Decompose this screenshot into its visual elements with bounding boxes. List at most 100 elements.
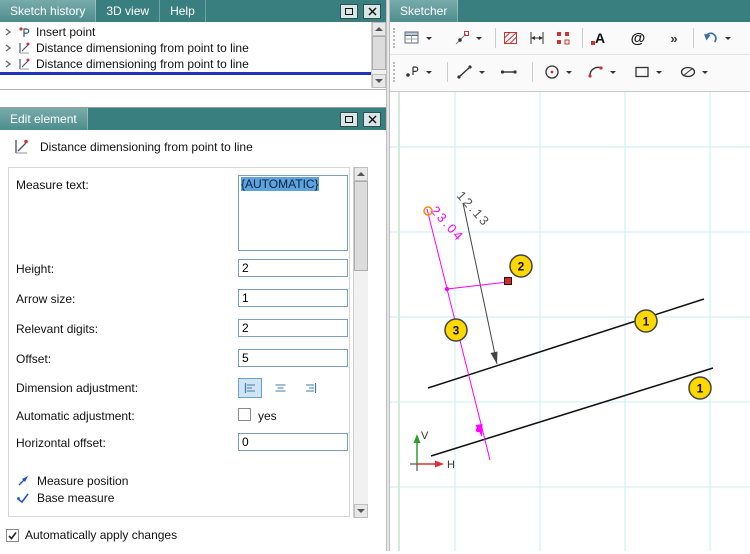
point-pattern-button[interactable] xyxy=(552,27,574,49)
ellipse-tool-icon xyxy=(680,66,696,78)
dropdown-arrow[interactable] xyxy=(699,61,711,83)
badge-1-upper[interactable]: 1 xyxy=(634,309,658,333)
expander-icon[interactable] xyxy=(4,43,12,53)
circle-tool-icon xyxy=(545,65,559,79)
apply-changes-label: Automatically apply changes xyxy=(25,528,178,542)
point-pattern-icon xyxy=(557,32,570,45)
badge-1-lower[interactable]: 1 xyxy=(688,376,712,400)
history-item-label: Insert point xyxy=(36,25,96,39)
dimension-icon xyxy=(19,58,30,70)
overflow-icon: » xyxy=(670,30,678,46)
selection-indicator xyxy=(0,72,371,75)
tab-sketcher[interactable]: Sketcher xyxy=(390,0,459,22)
text-tool-button[interactable]: A xyxy=(589,27,611,49)
scroll-down-button[interactable] xyxy=(354,504,368,518)
maximize-button[interactable] xyxy=(340,111,358,127)
tab-edit-element[interactable]: Edit element xyxy=(0,108,88,130)
dropdown-arrow[interactable] xyxy=(563,61,575,83)
badge-3[interactable]: 3 xyxy=(444,318,468,342)
dropdown-arrow[interactable] xyxy=(476,61,488,83)
history-item-insert-point[interactable]: Insert point xyxy=(0,24,371,40)
tab-3d-view[interactable]: 3D view xyxy=(96,0,161,22)
line-tool-icon xyxy=(457,65,472,79)
attribute-tool-button[interactable]: @ xyxy=(627,27,649,49)
snap-settings-icon xyxy=(455,31,469,45)
dropdown-arrow[interactable] xyxy=(653,61,665,83)
edit-element-header-label: Distance dimensioning from point to line xyxy=(40,140,253,154)
toolbar-drag-handle[interactable] xyxy=(393,28,397,48)
attribute-at-icon: @ xyxy=(630,29,646,47)
point-marker-red[interactable] xyxy=(504,277,512,285)
selection-grid-icon xyxy=(404,31,419,44)
align-left-icon xyxy=(244,383,255,393)
axis-h-label: H xyxy=(447,459,455,471)
relevant-digits-input[interactable] xyxy=(238,319,348,337)
dropdown-arrow[interactable] xyxy=(473,27,485,49)
sketch-history-titlebar: Sketch history 3D view Help xyxy=(0,0,386,22)
measure-position-label: Measure position xyxy=(37,474,129,488)
line-tool-button[interactable] xyxy=(454,61,476,83)
ellipse-tool-button[interactable] xyxy=(677,61,699,83)
arc-tool-button[interactable] xyxy=(585,61,607,83)
tab-sketch-history[interactable]: Sketch history xyxy=(0,0,97,22)
insert-point-icon xyxy=(19,27,30,37)
measure-text-input[interactable]: {AUTOMATIC} xyxy=(238,175,348,251)
svg-text:1: 1 xyxy=(697,382,704,396)
close-icon xyxy=(368,7,376,15)
scroll-up-button[interactable] xyxy=(372,22,386,36)
selection-grid-button[interactable] xyxy=(401,27,423,49)
dropdown-arrow[interactable] xyxy=(423,61,435,83)
align-center-button[interactable] xyxy=(268,378,292,398)
toolbar-overflow-button[interactable]: » xyxy=(663,27,685,49)
maximize-button[interactable] xyxy=(340,3,358,19)
align-center-icon xyxy=(275,384,285,392)
height-input[interactable] xyxy=(238,259,348,277)
automatic-adjustment-checkbox[interactable] xyxy=(238,408,251,421)
scroll-thumb[interactable] xyxy=(372,36,386,70)
expander-icon[interactable] xyxy=(4,27,12,37)
expander-icon[interactable] xyxy=(4,59,12,69)
point-tool-button[interactable] xyxy=(401,61,423,83)
snap-settings-button[interactable] xyxy=(451,27,473,49)
grid xyxy=(390,92,750,551)
hatch-button[interactable] xyxy=(500,27,522,49)
scroll-down-button[interactable] xyxy=(372,74,386,88)
sketcher-panel: Sketcher A @ » 12.13 23.04 1 1 2 3 V H xyxy=(390,0,750,551)
history-item-label: Distance dimensioning from point to line xyxy=(36,41,249,55)
close-button[interactable] xyxy=(363,3,381,19)
horizontal-offset-input[interactable] xyxy=(238,433,348,451)
circle-tool-button[interactable] xyxy=(541,61,563,83)
apply-changes-checkbox[interactable] xyxy=(6,528,19,542)
distance-constraint-icon xyxy=(530,32,544,44)
offset-label: Offset: xyxy=(16,352,52,366)
offset-input[interactable] xyxy=(238,349,348,367)
history-scrollbar[interactable] xyxy=(371,22,386,88)
relevant-digits-label: Relevant digits: xyxy=(16,322,99,336)
dropdown-arrow[interactable] xyxy=(423,27,435,49)
scroll-up-button[interactable] xyxy=(354,167,368,181)
measure-position-icon xyxy=(18,476,28,486)
dropdown-arrow[interactable] xyxy=(607,61,619,83)
scroll-thumb[interactable] xyxy=(354,181,368,271)
undo-button[interactable] xyxy=(700,27,722,49)
edit-panel-scrollbar[interactable] xyxy=(353,167,368,518)
text-tool-icon: A xyxy=(590,30,606,46)
arrow-size-input[interactable] xyxy=(238,289,348,307)
align-right-button[interactable] xyxy=(298,378,322,398)
rectangle-tool-button[interactable] xyxy=(631,61,653,83)
sketch-line-lower[interactable] xyxy=(430,367,714,457)
history-item-distance-dim-2[interactable]: Distance dimensioning from point to line xyxy=(0,56,371,72)
polyline-tool-button[interactable] xyxy=(498,61,520,83)
tab-help[interactable]: Help xyxy=(160,0,206,22)
dropdown-arrow[interactable] xyxy=(722,27,734,49)
history-item-distance-dim-1[interactable]: Distance dimensioning from point to line xyxy=(0,40,371,56)
sketcher-titlebar: Sketcher xyxy=(390,0,750,22)
close-button[interactable] xyxy=(363,111,381,127)
toolbar-drag-handle[interactable] xyxy=(393,62,397,82)
align-left-button[interactable] xyxy=(238,378,262,398)
drawing-canvas[interactable]: 12.13 23.04 1 1 2 3 V H xyxy=(390,92,750,551)
sketch-line-upper[interactable] xyxy=(427,298,705,389)
distance-constraint-button[interactable] xyxy=(526,27,548,49)
measure-text-value: {AUTOMATIC} xyxy=(241,177,319,191)
badge-2[interactable]: 2 xyxy=(509,254,533,278)
